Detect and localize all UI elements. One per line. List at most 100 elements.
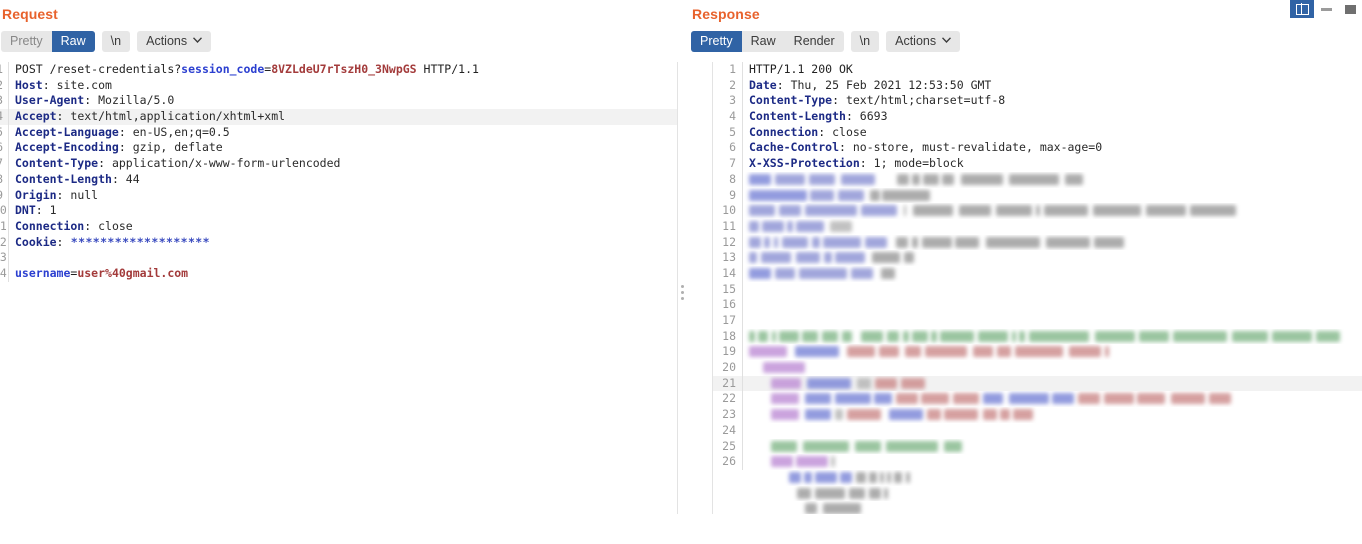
code-line: 18 xyxy=(713,328,1362,345)
line-number: 5 xyxy=(713,124,743,141)
line-content xyxy=(743,486,1362,502)
code-line: 10 DNT: 1 xyxy=(0,203,677,219)
line-content: Accept-Encoding: gzip, deflate xyxy=(15,140,223,155)
code-line: 3 Content-Type: text/html;charset=utf-8 xyxy=(713,93,1362,110)
response-panel: Response Pretty Raw Render \n Actions 1H… xyxy=(690,0,1362,544)
line-number: 12 xyxy=(0,234,9,251)
code-line: 24 xyxy=(713,422,1362,439)
code-line: 17 xyxy=(713,313,1362,329)
code-line: 14 xyxy=(713,265,1362,282)
line-number: 1 xyxy=(0,62,9,78)
line-number: 21 xyxy=(713,375,743,392)
response-editor[interactable]: 1 HTTP/1.1 200 OK 2 Date: Thu, 25 Feb 2021 … xyxy=(712,62,1362,514)
line-content: Accept: text/html,application/xhtml+xml xyxy=(15,109,286,124)
line-content: username=user%40gmail.com xyxy=(15,265,189,280)
line-content: Content-Length: 6693 xyxy=(749,109,888,124)
line-number: 19 xyxy=(713,344,743,361)
line-content xyxy=(743,470,1362,486)
line-number: 25 xyxy=(713,438,743,455)
code-line: 13 xyxy=(0,250,677,266)
line-number: 9 xyxy=(0,187,9,204)
line-content: Cookie: ******************* xyxy=(15,234,210,249)
code-line: 2 Date: Thu, 25 Feb 2021 12:53:50 GMT xyxy=(713,77,1362,94)
line-content xyxy=(743,188,1362,204)
line-content xyxy=(743,454,1362,470)
request-tab-raw[interactable]: Raw xyxy=(51,30,95,52)
code-line: 26 xyxy=(713,454,1362,470)
line-number: 14 xyxy=(713,265,743,282)
code-line: 23 xyxy=(713,407,1362,423)
line-number: 5 xyxy=(0,124,9,141)
response-tab-pretty[interactable]: Pretty xyxy=(691,30,742,52)
code-line: 11 xyxy=(713,218,1362,235)
line-content: Date: Thu, 25 Feb 2021 12:53:50 GMT xyxy=(749,77,992,92)
code-line: 7 Content-Type: application/x-www-form-ur… xyxy=(0,156,677,172)
code-line: 11 Connection: close xyxy=(0,218,677,235)
code-line: 10 xyxy=(713,203,1362,219)
line-number: 2 xyxy=(0,77,9,94)
code-line: 21 xyxy=(713,375,1362,392)
line-content: User-Agent: Mozilla/5.0 xyxy=(15,93,175,108)
line-content xyxy=(743,376,1362,392)
line-content xyxy=(743,235,1362,251)
response-tab-raw[interactable]: Raw xyxy=(742,31,785,52)
line-number: 10 xyxy=(0,203,9,219)
response-actions-button[interactable]: Actions xyxy=(886,30,961,52)
line-number: 13 xyxy=(713,250,743,266)
line-content: Accept-Language: en-US,en;q=0.5 xyxy=(15,124,230,139)
code-line: 1 HTTP/1.1 200 OK xyxy=(713,62,1362,78)
line-content: Host: site.com xyxy=(15,77,112,92)
response-newline-button[interactable]: \n xyxy=(850,30,880,52)
line-number: 13 xyxy=(0,250,9,266)
request-panel-title: Request xyxy=(2,6,58,22)
request-actions-button[interactable]: Actions xyxy=(137,30,212,52)
line-content xyxy=(743,407,1362,423)
request-toolbar: Pretty Raw \n Actions xyxy=(0,26,678,56)
code-line: 12 xyxy=(713,234,1362,251)
code-line: 20 xyxy=(713,360,1362,376)
code-line: 9 Origin: null xyxy=(0,187,677,204)
line-content: HTTP/1.1 200 OK xyxy=(749,62,853,76)
line-number: 2 xyxy=(713,77,743,94)
request-tab-pretty[interactable]: Pretty xyxy=(1,31,52,52)
request-actions-label: Actions xyxy=(146,33,188,48)
code-line: 4 Content-Length: 6693 xyxy=(713,109,1362,125)
line-content xyxy=(743,172,1362,188)
line-content xyxy=(743,344,1362,360)
line-number: 26 xyxy=(713,454,743,470)
line-content xyxy=(743,439,1362,455)
line-number: 11 xyxy=(0,218,9,235)
code-line xyxy=(713,486,1362,502)
code-line: 22 xyxy=(713,391,1362,408)
code-line: 8 Content-Length: 44 xyxy=(0,171,677,188)
response-tab-render[interactable]: Render xyxy=(785,31,844,52)
request-newline-button[interactable]: \n xyxy=(101,30,131,52)
code-line: 5 Accept-Language: en-US,en;q=0.5 xyxy=(0,124,677,141)
burp-repeater-window: Request Pretty Raw \n Actions 1 POST /res… xyxy=(0,0,1362,544)
chevron-down-icon xyxy=(193,37,203,43)
line-number: 7 xyxy=(713,156,743,172)
response-toolbar: Pretty Raw Render \n Actions xyxy=(690,26,1362,56)
line-number: 8 xyxy=(713,171,743,188)
line-number: 24 xyxy=(713,422,743,439)
line-number: 4 xyxy=(713,109,743,125)
code-line: 3 User-Agent: Mozilla/5.0 xyxy=(0,93,677,110)
line-content: X-XSS-Protection: 1; mode=block xyxy=(749,156,964,171)
response-actions-label: Actions xyxy=(895,33,937,48)
request-editor[interactable]: 1 POST /reset-credentials?session_code=8V… xyxy=(0,62,678,514)
line-content: DNT: 1 xyxy=(15,203,57,218)
code-line: 25 xyxy=(713,438,1362,455)
line-number: 4 xyxy=(0,109,9,125)
line-content: Connection: close xyxy=(15,218,133,233)
line-number: 3 xyxy=(0,93,9,110)
line-number: 8 xyxy=(0,171,9,188)
code-line: 4 Accept: text/html,application/xhtml+xml xyxy=(0,109,677,125)
line-number: 9 xyxy=(713,187,743,204)
panel-divider[interactable] xyxy=(678,0,690,544)
request-view-tabs: Pretty Raw xyxy=(1,30,95,52)
divider-grip-icon xyxy=(681,285,684,300)
line-content: Content-Length: 44 xyxy=(15,171,140,186)
line-number: 18 xyxy=(713,328,743,345)
chevron-down-icon xyxy=(942,37,952,43)
line-content: Connection: close xyxy=(749,124,867,139)
